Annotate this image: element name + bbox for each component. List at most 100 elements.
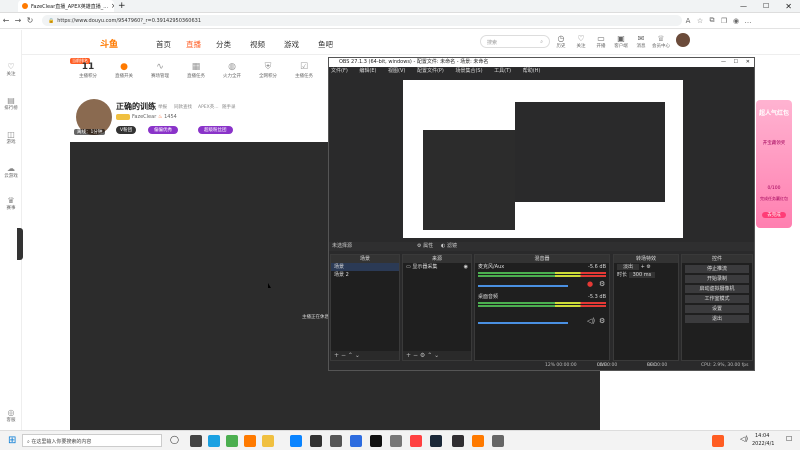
mic-settings-icon[interactable]: ⚙ (599, 280, 605, 288)
visibility-eye-icon[interactable]: ◉ (464, 264, 468, 270)
menu-profile[interactable]: 配置文件(P) (417, 68, 444, 74)
member-center-button[interactable]: ♕ 会员中心 (652, 34, 670, 49)
add-transition-icon[interactable]: + (641, 264, 645, 270)
url-field[interactable]: 🔒 https://www.douyu.com/9547960?_r=0.391… (42, 15, 682, 26)
obs-close-icon[interactable]: ✕ (746, 58, 750, 67)
stat-network-points[interactable]: ⛨ 全网积分 (252, 61, 284, 79)
forward-icon[interactable]: → (12, 16, 24, 25)
back-icon[interactable]: ← (0, 16, 12, 25)
start-button-icon[interactable]: ⊞ (8, 435, 16, 446)
start-live-button[interactable]: ▭ 开播 (592, 34, 610, 49)
duration-field[interactable]: 时长 300 ms (614, 271, 678, 279)
remove-source-icon[interactable]: − (413, 352, 418, 359)
ad-button[interactable]: 去完成 (762, 212, 786, 218)
sidebar-collapse-handle[interactable] (17, 228, 23, 260)
obs-studio-icon[interactable] (452, 435, 464, 447)
scene-item[interactable]: 场景 2 (331, 271, 399, 279)
edge-browser-icon[interactable] (208, 435, 220, 447)
obs-maximize-icon[interactable]: ☐ (734, 58, 738, 67)
history-button[interactable]: ◷ 历史 (552, 34, 570, 49)
mail-icon[interactable] (290, 435, 302, 447)
excellent-button[interactable]: 偏偏优秀 (148, 126, 178, 134)
chrome-icon[interactable] (226, 435, 238, 447)
profile-icon[interactable]: ◉ (730, 17, 742, 25)
sidebar-item-games[interactable]: ◫ 游戏 (0, 130, 22, 145)
volume-icon[interactable]: ◁) (740, 435, 748, 443)
sidebar-item-events[interactable]: ♛ 赛事 (0, 196, 22, 211)
obs-preview[interactable] (403, 80, 683, 238)
file-explorer-icon[interactable] (190, 435, 202, 447)
remove-scene-icon[interactable]: − (341, 352, 346, 359)
message-button[interactable]: ✉ 消息 (632, 34, 650, 49)
app-icon[interactable] (350, 435, 362, 447)
app-icon[interactable] (410, 435, 422, 447)
close-window-icon[interactable]: ✕ (785, 2, 792, 11)
douyu-icon[interactable] (472, 435, 484, 447)
stat-live-switch[interactable]: ● 直播开关 (108, 61, 140, 79)
filters-button[interactable]: ◐ 滤镜 (441, 242, 457, 251)
author-name[interactable]: FazeClear (132, 114, 156, 120)
tray-app-icon[interactable] (712, 435, 724, 447)
steam-icon[interactable] (430, 435, 442, 447)
site-search-input[interactable]: 搜索 ⌕ (480, 35, 550, 48)
mic-volume-slider[interactable] (478, 285, 568, 287)
sidebar-item-follow[interactable]: ♡ 关注 (0, 62, 22, 77)
properties-button[interactable]: ⚙ 属性 (417, 242, 433, 251)
stat-anchor-tasks[interactable]: ☑ 主播任务 (288, 61, 320, 79)
stat-fire[interactable]: ◍ 火力全开 (216, 61, 248, 79)
category-link[interactable]: APEX英... (198, 104, 219, 110)
obs-minimize-icon[interactable]: — (721, 58, 726, 67)
add-scene-icon[interactable]: + (334, 352, 339, 359)
menu-tools[interactable]: 工具(T) (494, 68, 511, 74)
move-down-icon[interactable]: ⌄ (434, 352, 439, 359)
app-icon[interactable] (370, 435, 382, 447)
desktop-settings-icon[interactable]: ⚙ (599, 317, 605, 325)
firefox-icon[interactable] (244, 435, 256, 447)
source-settings-icon[interactable]: ⚙ (420, 352, 425, 359)
app-icon[interactable] (310, 435, 322, 447)
nav-home[interactable]: 首页 (156, 39, 171, 50)
sidebar-item-ranking[interactable]: ▤ 排行榜 (0, 96, 22, 111)
maximize-window-icon[interactable]: ☐ (763, 2, 769, 10)
sidebar-item-service[interactable]: ◎ 客服 (0, 408, 22, 423)
clip-link[interactable]: 随手录 (222, 104, 236, 110)
nav-video[interactable]: 视频 (250, 39, 265, 50)
app-icon[interactable] (330, 435, 342, 447)
menu-help[interactable]: 帮助(H) (523, 68, 541, 74)
user-avatar[interactable] (676, 33, 690, 47)
desktop-speaker-icon[interactable]: ◁) (587, 317, 595, 325)
source-item[interactable]: ▭ 显示器采集 ◉ (403, 263, 471, 271)
minimize-window-icon[interactable]: — (740, 2, 747, 10)
move-up-icon[interactable]: ⌃ (427, 352, 432, 359)
super-fan-button[interactable]: 超级粉丝团 (198, 126, 233, 134)
reload-icon[interactable]: ↻ (24, 16, 36, 25)
client-button[interactable]: ▣ 客户端 (612, 34, 630, 49)
menu-file[interactable]: 文件(F) (331, 68, 348, 74)
vfan-button[interactable]: V粉团 (116, 126, 137, 134)
read-aloud-icon[interactable]: A (682, 17, 694, 25)
mic-mute-icon[interactable]: ● (587, 280, 593, 288)
sidebar-item-cloud-game[interactable]: ☁ 云游戏 (0, 164, 22, 179)
search-icon[interactable]: ⌕ (540, 39, 543, 45)
start-recording-button[interactable]: 开始录制 (685, 275, 749, 283)
transition-settings-icon[interactable]: ⚙ (646, 264, 650, 270)
settings-button[interactable]: 设置 (685, 305, 749, 313)
folder-icon[interactable] (262, 435, 274, 447)
move-down-icon[interactable]: ⌄ (355, 352, 360, 359)
clock-date[interactable]: 2022/4/1 (752, 441, 774, 447)
close-tab-icon[interactable]: × (111, 2, 114, 10)
gamepad-icon[interactable] (390, 435, 402, 447)
menu-scene-collection[interactable]: 场景集合(S) (455, 68, 482, 74)
report-link[interactable]: 举报 (158, 104, 167, 110)
douyu-logo[interactable]: 斗鱼 (100, 37, 118, 50)
menu-edit[interactable]: 编辑(E) (359, 68, 376, 74)
collections-icon[interactable]: ❐ (718, 17, 730, 25)
nav-fishbar[interactable]: 鱼吧 (318, 39, 333, 50)
side-ad-banner[interactable]: 超人气红包 开宝藏领奖 0/100 完成任务赢红包 去完成 (756, 100, 792, 228)
browser-tab[interactable]: FazeClear直播_APEX英雄直播_... × (18, 0, 114, 12)
clock-time[interactable]: 14:04 (755, 433, 769, 439)
task-view-icon[interactable]: ◯ (170, 435, 179, 444)
favorite-star-icon[interactable]: ☆ (694, 17, 706, 25)
add-source-icon[interactable]: + (406, 352, 411, 359)
app-icon[interactable] (492, 435, 504, 447)
